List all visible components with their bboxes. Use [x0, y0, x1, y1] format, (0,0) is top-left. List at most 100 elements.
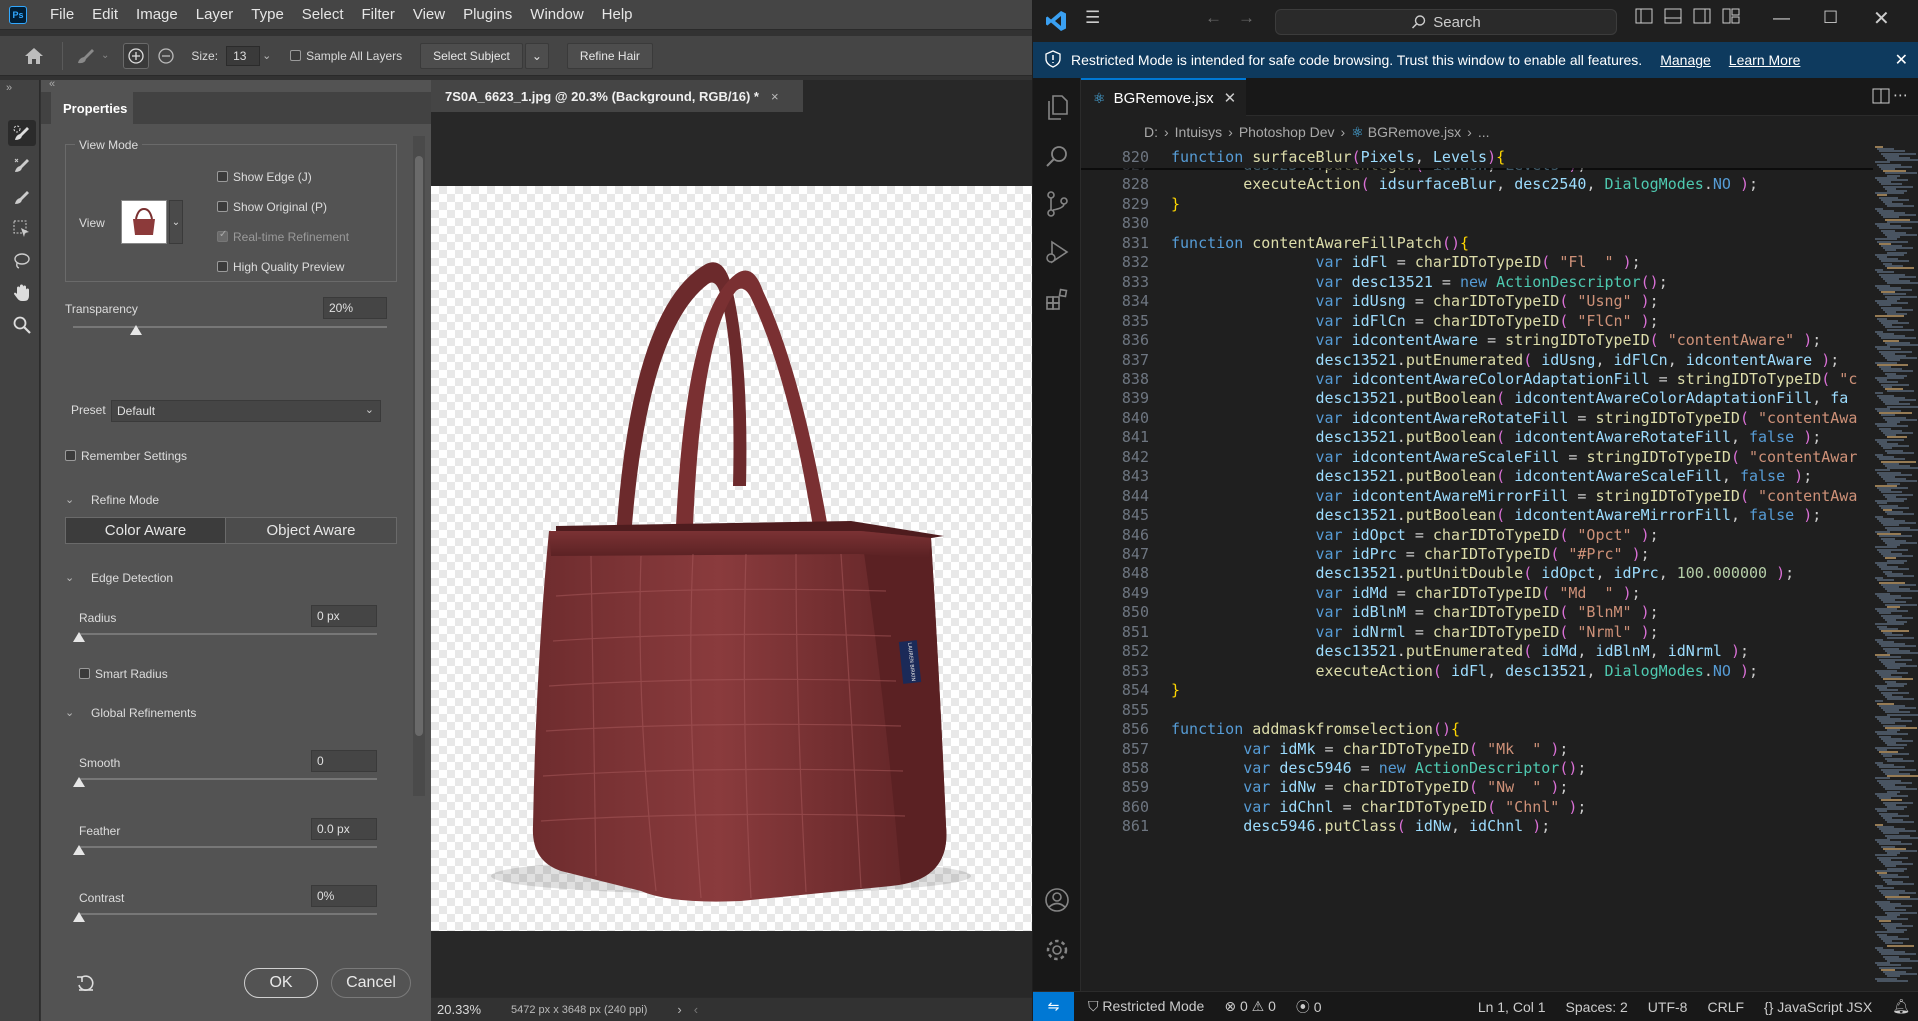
maximize-window-icon[interactable]: ☐ — [1823, 8, 1838, 28]
radius-slider-thumb[interactable] — [73, 632, 85, 642]
manage-link[interactable]: Manage — [1660, 52, 1711, 68]
ports-status[interactable]: ⦿ 0 — [1296, 997, 1322, 1017]
refine-mode-chevron-icon[interactable]: ⌄ — [65, 493, 74, 506]
preset-dropdown[interactable]: Default ⌄ — [111, 400, 381, 422]
quick-selection-tool-icon[interactable] — [8, 120, 36, 146]
properties-tab[interactable]: Properties — [51, 92, 133, 124]
high-quality-preview-checkbox[interactable] — [217, 261, 228, 272]
toggle-panel-icon[interactable] — [1664, 8, 1682, 29]
size-input[interactable]: 13 — [226, 45, 261, 66]
lasso-tool-icon[interactable] — [8, 248, 36, 274]
eol-status[interactable]: CRLF — [1707, 999, 1744, 1015]
breadcrumb-symbol[interactable]: ... — [1478, 124, 1490, 140]
feather-slider-track[interactable] — [79, 846, 377, 848]
command-search-box[interactable]: Search — [1275, 9, 1617, 35]
remote-window-icon[interactable]: ⇋ — [1033, 991, 1074, 1021]
minimize-window-icon[interactable]: — — [1773, 8, 1790, 28]
size-dropdown-chevron-icon[interactable]: ⌄ — [262, 49, 276, 62]
search-view-icon[interactable] — [1033, 134, 1081, 178]
breadcrumb-intuisys[interactable]: Intuisys — [1175, 124, 1222, 140]
code-editor[interactable]: 827 desc2540.putInteger( idThsh, Levels … — [1081, 146, 1873, 991]
menu-view[interactable]: View — [404, 6, 454, 23]
menu-layer[interactable]: Layer — [187, 6, 243, 23]
properties-scrollbar[interactable] — [413, 136, 425, 796]
contrast-input[interactable]: 0% — [311, 885, 377, 907]
collapse-toolbar-icon[interactable]: » — [6, 82, 12, 94]
minimap[interactable] — [1873, 146, 1918, 991]
breadcrumb-file[interactable]: BGRemove.jsx — [1368, 124, 1461, 140]
zoom-tool-icon[interactable] — [8, 312, 36, 338]
hand-tool-icon[interactable] — [8, 280, 36, 306]
learn-more-link[interactable]: Learn More — [1729, 52, 1801, 68]
global-refinements-chevron-icon[interactable]: ⌄ — [65, 706, 74, 719]
cancel-button[interactable]: Cancel — [331, 968, 411, 998]
smooth-input[interactable]: 0 — [311, 750, 377, 772]
ok-button[interactable]: OK — [244, 968, 318, 998]
breadcrumb-drive[interactable]: D: — [1144, 124, 1158, 140]
chevron-down-icon[interactable]: ⌄ — [101, 50, 109, 61]
close-document-icon[interactable]: × — [771, 89, 779, 104]
object-selection-tool-icon[interactable] — [8, 216, 36, 242]
feather-input[interactable]: 0.0 px — [311, 818, 377, 840]
brush-preset-icon[interactable] — [71, 46, 101, 66]
brush-tool-icon[interactable] — [8, 184, 36, 210]
source-control-icon[interactable] — [1033, 182, 1081, 226]
sample-all-layers-checkbox[interactable] — [290, 50, 302, 61]
sticky-scroll-header[interactable]: 820 function surfaceBlur(Pixels, Levels)… — [1081, 146, 1873, 168]
close-window-icon[interactable]: ✕ — [1873, 6, 1890, 31]
contrast-slider-thumb[interactable] — [73, 912, 85, 922]
restricted-mode-status[interactable]: ⛉ Restricted Mode — [1088, 998, 1204, 1015]
smooth-slider-thumb[interactable] — [73, 777, 85, 787]
add-to-selection-icon[interactable] — [123, 42, 150, 69]
split-editor-icon[interactable] — [1872, 88, 1890, 109]
transparency-slider-thumb[interactable] — [129, 325, 142, 335]
toggle-primary-sidebar-icon[interactable] — [1635, 8, 1653, 29]
document-tab[interactable]: 7S0A_6623_1.jpg @ 20.3% (Background, RGB… — [431, 80, 803, 112]
toggle-secondary-sidebar-icon[interactable] — [1693, 8, 1711, 29]
forward-arrow-icon[interactable]: → — [1238, 8, 1255, 28]
show-original-checkbox[interactable] — [217, 201, 228, 212]
hamburger-menu-icon[interactable]: ☰ — [1085, 8, 1100, 28]
menu-type[interactable]: Type — [242, 6, 293, 23]
view-mode-thumbnail[interactable] — [121, 200, 167, 244]
remember-settings-checkbox[interactable] — [65, 450, 76, 461]
radius-slider-track[interactable] — [79, 633, 377, 635]
reset-icon[interactable] — [75, 973, 97, 996]
more-actions-icon[interactable]: ⋯ — [1893, 86, 1908, 104]
collapse-panel-icon[interactable]: « — [49, 78, 55, 90]
menu-select[interactable]: Select — [293, 6, 353, 23]
breadcrumb-photoshop-dev[interactable]: Photoshop Dev — [1239, 124, 1335, 140]
run-and-debug-icon[interactable] — [1033, 230, 1081, 274]
menu-window[interactable]: Window — [521, 6, 592, 23]
transparency-slider-track[interactable] — [73, 326, 387, 328]
accounts-icon[interactable] — [1033, 878, 1081, 922]
refine-hair-button[interactable]: Refine Hair — [566, 42, 653, 69]
menu-help[interactable]: Help — [593, 6, 642, 23]
indentation-status[interactable]: Spaces: 2 — [1566, 999, 1628, 1015]
status-chevron-left-icon[interactable]: ‹ — [694, 1002, 698, 1017]
feather-slider-thumb[interactable] — [73, 845, 85, 855]
subtract-from-selection-icon[interactable] — [153, 47, 179, 65]
settings-gear-icon[interactable] — [1033, 928, 1081, 972]
transparency-input[interactable]: 20% — [323, 297, 387, 319]
menu-filter[interactable]: Filter — [353, 6, 404, 23]
smart-radius-checkbox[interactable] — [79, 668, 90, 679]
cursor-position[interactable]: Ln 1, Col 1 — [1478, 999, 1546, 1015]
select-subject-dropdown-icon[interactable]: ⌄ — [524, 42, 549, 69]
problems-status[interactable]: ⊗ 0 ⚠ 0 — [1224, 998, 1276, 1015]
show-edge-checkbox[interactable] — [217, 171, 228, 182]
image-canvas[interactable]: LAUREN BIRKIN — [431, 186, 1032, 931]
object-aware-button[interactable]: Object Aware — [225, 517, 397, 544]
menu-plugins[interactable]: Plugins — [454, 6, 521, 23]
edge-detection-chevron-icon[interactable]: ⌄ — [65, 571, 74, 584]
smooth-slider-track[interactable] — [79, 778, 377, 780]
tab-bgremove-jsx[interactable]: ⚛ BGRemove.jsx ✕ — [1081, 78, 1246, 116]
encoding-status[interactable]: UTF-8 — [1648, 999, 1688, 1015]
back-arrow-icon[interactable]: ← — [1205, 8, 1222, 28]
customize-layout-icon[interactable] — [1722, 8, 1740, 29]
home-icon[interactable] — [14, 47, 54, 65]
status-chevron-right-icon[interactable]: › — [677, 1002, 681, 1017]
menu-file[interactable]: File — [41, 6, 83, 23]
view-mode-chevron-down-icon[interactable]: ⌄ — [169, 200, 183, 244]
refine-edge-brush-icon[interactable] — [8, 152, 36, 178]
